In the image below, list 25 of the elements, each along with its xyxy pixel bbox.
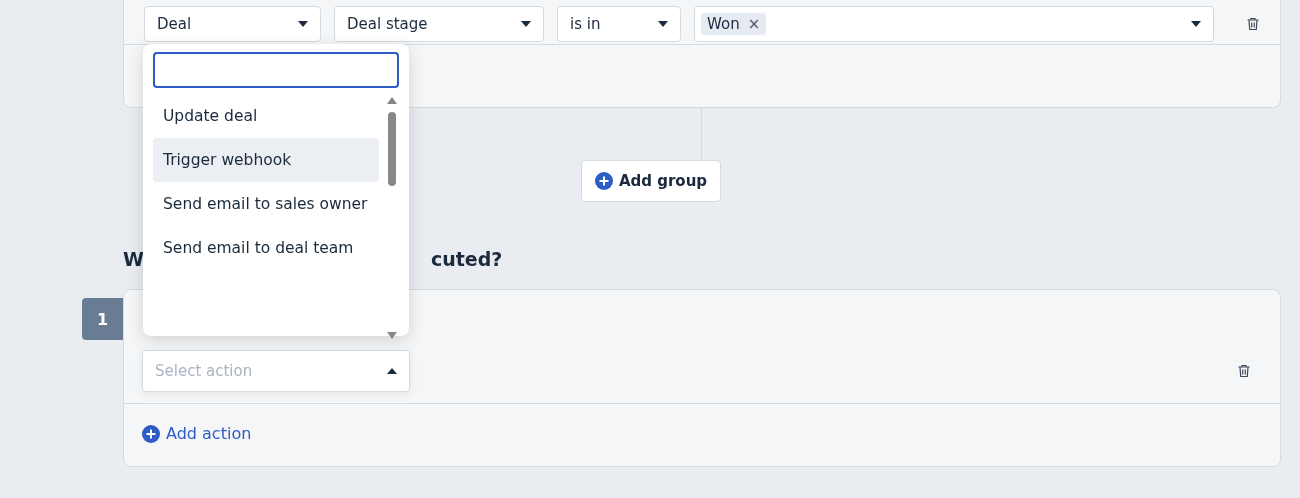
plus-icon	[142, 424, 160, 443]
select-field[interactable]: Deal	[144, 6, 321, 42]
add-action-link[interactable]: Add action	[142, 424, 252, 443]
trash-icon[interactable]	[1245, 16, 1261, 32]
select-field[interactable]: is in	[557, 6, 681, 42]
caret-icon	[1191, 21, 1201, 27]
multi-select-field[interactable]: Won ×	[694, 6, 1214, 42]
caret-icon	[658, 21, 668, 27]
caret-icon	[387, 368, 397, 374]
plus-icon	[594, 172, 613, 190]
section-heading: cuted?	[430, 248, 503, 272]
remove-tag-button[interactable]: ×	[747, 15, 761, 33]
select-field[interactable]: Deal stage	[334, 6, 544, 42]
section-heading: W	[123, 248, 144, 272]
menu-option[interactable]: Update deal	[153, 94, 379, 138]
caret-icon	[298, 21, 308, 27]
tag-chip: Won ×	[701, 13, 767, 35]
caret-icon	[521, 21, 531, 27]
trash-icon[interactable]	[1236, 363, 1252, 379]
menu-option[interactable]: Trigger webhook	[153, 138, 379, 182]
step-number: 1	[82, 298, 123, 340]
menu-option[interactable]: Send email to sales owner	[153, 182, 379, 226]
menu-option[interactable]: Send email to deal team	[153, 226, 379, 270]
search-field[interactable]	[153, 52, 399, 88]
add-group-button[interactable]: Add group	[580, 160, 722, 202]
